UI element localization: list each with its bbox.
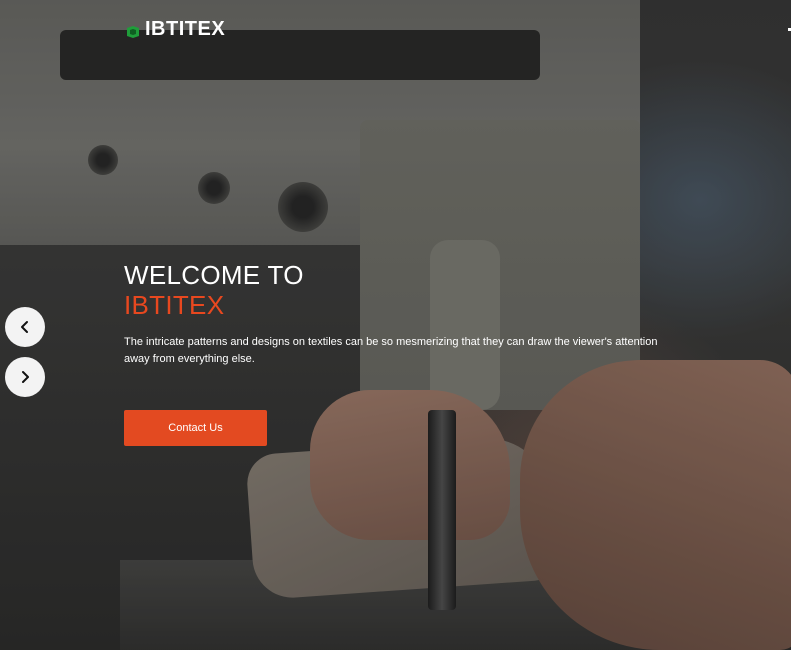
slider-next-button[interactable] <box>5 357 45 397</box>
chevron-right-icon <box>22 371 29 383</box>
hero-subtitle: The intricate patterns and designs on te… <box>124 336 658 365</box>
hero-title-brand: IBTITEX <box>124 290 225 320</box>
brand-name: IBTITEX <box>145 18 226 40</box>
slider-prev-button[interactable] <box>5 307 45 347</box>
green-fabric-logo-icon <box>127 25 139 38</box>
chevron-left-icon <box>21 321 28 333</box>
hero-content: WELCOME TO IBTITEX The intricate pattern… <box>124 260 684 446</box>
hero-title: WELCOME TO <box>124 260 304 290</box>
brand-logo[interactable]: IBTITEX <box>125 18 225 41</box>
contact-us-button[interactable]: Contact Us <box>124 410 267 446</box>
